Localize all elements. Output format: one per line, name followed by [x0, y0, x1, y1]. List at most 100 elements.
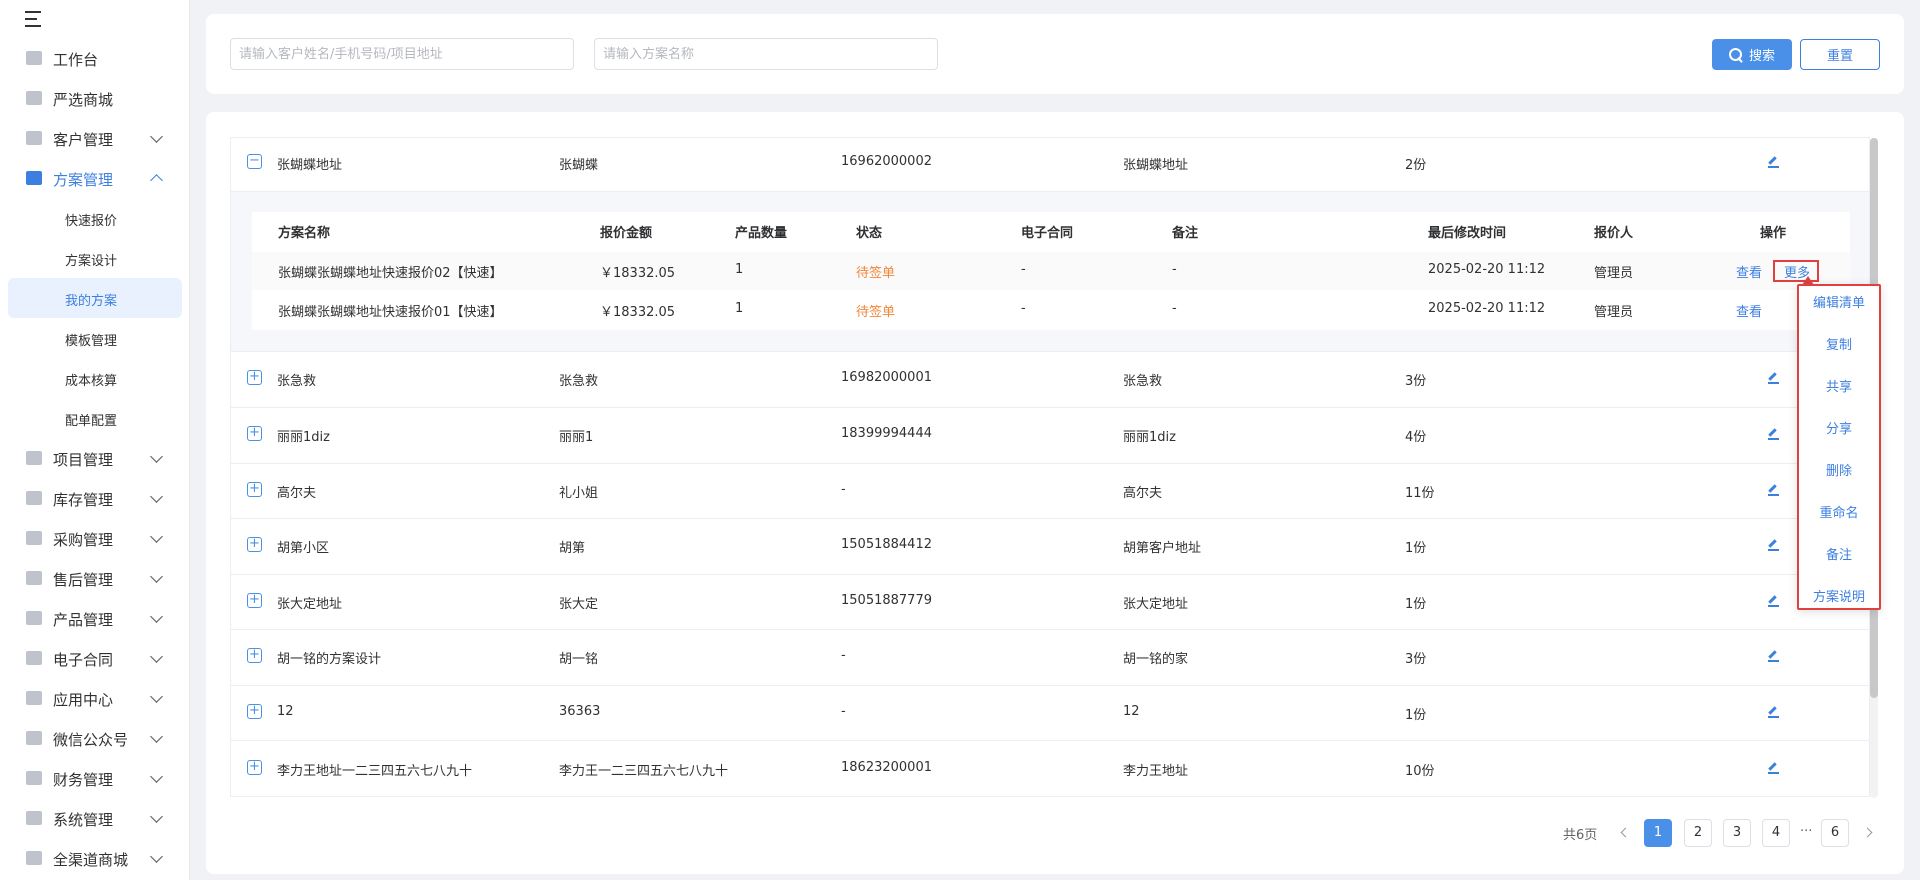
prev-page-icon[interactable]: [1618, 826, 1632, 840]
quoter-cell: 管理员: [1594, 305, 1634, 320]
expand-icon[interactable]: +: [247, 704, 262, 719]
page-button[interactable]: 2: [1684, 819, 1712, 847]
count-cell: 3份: [1405, 652, 1427, 667]
edit-icon[interactable]: [1768, 595, 1780, 607]
sidebar-subitem-label: 快速报价: [65, 214, 118, 229]
phone-cell: 15051884412: [841, 537, 932, 552]
menu-item-note[interactable]: 备注: [1799, 544, 1879, 563]
sidebar-item-wechat[interactable]: 微信公众号: [0, 718, 190, 758]
menu-toggle-icon[interactable]: [25, 10, 45, 28]
sidebar-item-workbench[interactable]: 工作台: [0, 38, 190, 78]
edit-icon[interactable]: [1768, 706, 1780, 718]
edit-icon[interactable]: [1768, 484, 1780, 496]
home-icon: [26, 51, 42, 65]
shop-icon: [26, 851, 42, 865]
sidebar-item-finance[interactable]: 财务管理: [0, 758, 190, 798]
sidebar-item-omnichannel[interactable]: 全渠道商城: [0, 838, 190, 878]
sidebar-item-mall[interactable]: 严选商城: [0, 78, 190, 118]
customer-search-input[interactable]: [230, 38, 574, 70]
table-row: + 胡一铭的方案设计 胡一铭 - 胡一铭的家 3份: [230, 630, 1870, 686]
edit-icon[interactable]: [1768, 428, 1780, 440]
edit-icon[interactable]: [1768, 762, 1780, 774]
sidebar-subitem-cost[interactable]: 成本核算: [8, 358, 182, 398]
edit-icon[interactable]: [1768, 372, 1780, 384]
sidebar: 工作台 严选商城 客户管理 方案管理 快速报价 方案设计 我的方案 模板管理 成…: [0, 0, 190, 880]
reset-button[interactable]: 重置: [1800, 39, 1880, 70]
search-icon: [1728, 47, 1743, 62]
expand-icon[interactable]: +: [247, 648, 262, 663]
page-button[interactable]: 6: [1821, 819, 1849, 847]
menu-item-delete[interactable]: 删除: [1799, 460, 1879, 479]
sidebar-item-purchase[interactable]: 采购管理: [0, 518, 190, 558]
sidebar-subitem-my-plans[interactable]: 我的方案: [8, 278, 182, 318]
search-button[interactable]: 搜索: [1712, 39, 1792, 70]
expand-icon[interactable]: +: [247, 370, 262, 385]
collapse-icon[interactable]: −: [247, 154, 262, 169]
phone-cell: 16982000001: [841, 370, 932, 385]
address-cell: 张大定地址: [1123, 597, 1189, 612]
chevron-down-icon: [150, 810, 163, 823]
menu-item-share[interactable]: 分享: [1799, 418, 1879, 437]
expand-icon[interactable]: +: [247, 426, 262, 441]
plan-subtable: 方案名称 报价金额 产品数量 状态 电子合同 备注 最后修改时间 报价人 操作 …: [252, 212, 1850, 330]
status-badge: 待签单: [856, 305, 896, 320]
expand-icon[interactable]: +: [247, 482, 262, 497]
sidebar-item-aftersales[interactable]: 售后管理: [0, 558, 190, 598]
sidebar-item-label: 采购管理: [53, 531, 114, 549]
sidebar-subitem-plan-design[interactable]: 方案设计: [8, 238, 182, 278]
edit-icon[interactable]: [1768, 539, 1780, 551]
header-action: 操作: [1760, 226, 1787, 241]
sidebar-subitem-quick-quote[interactable]: 快速报价: [8, 198, 182, 238]
table-row: + 胡第小区 胡第 15051884412 胡第客户地址 1份: [230, 519, 1870, 575]
menu-item-share-internal[interactable]: 共享: [1799, 376, 1879, 395]
page-button[interactable]: 4: [1762, 819, 1790, 847]
sidebar-item-projects[interactable]: 项目管理: [0, 438, 190, 478]
wechat-icon: [26, 731, 42, 745]
sidebar-subitem-label: 成本核算: [65, 374, 118, 389]
sidebar-item-apps[interactable]: 应用中心: [0, 678, 190, 718]
reset-button-label: 重置: [1826, 49, 1853, 64]
customer-cell: 36363: [559, 704, 601, 719]
header-note: 备注: [1172, 226, 1199, 241]
count-cell: 3份: [1405, 374, 1427, 389]
plan-name-cell: 张蝴蝶张蝴蝶地址快速报价01【快速】: [278, 305, 503, 320]
sidebar-item-inventory[interactable]: 库存管理: [0, 478, 190, 518]
sidebar-item-contracts[interactable]: 电子合同: [0, 638, 190, 678]
wallet-icon: [26, 771, 42, 785]
sidebar-item-customers[interactable]: 客户管理: [0, 118, 190, 158]
page-button[interactable]: 3: [1723, 819, 1751, 847]
expand-icon[interactable]: +: [247, 760, 262, 775]
menu-item-rename[interactable]: 重命名: [1799, 502, 1879, 521]
page-button[interactable]: 1: [1644, 819, 1672, 847]
modified-cell: 2025-02-20 11:12: [1428, 262, 1546, 277]
headset-icon: [26, 571, 42, 585]
amount-cell: ￥18332.05: [600, 305, 676, 320]
expand-icon[interactable]: +: [247, 593, 262, 608]
quantity-cell: 1: [735, 301, 744, 316]
next-page-icon[interactable]: [1862, 826, 1876, 840]
view-link[interactable]: 查看: [1736, 301, 1762, 320]
count-cell: 4份: [1405, 430, 1427, 445]
menu-item-plan-description[interactable]: 方案说明: [1799, 586, 1879, 605]
sidebar-subitem-config[interactable]: 配单配置: [8, 398, 182, 438]
edit-icon[interactable]: [1768, 156, 1780, 168]
project-cell: 张蝴蝶地址: [277, 158, 343, 173]
header-quantity: 产品数量: [735, 226, 788, 241]
expand-icon[interactable]: +: [247, 537, 262, 552]
edit-icon[interactable]: [1768, 650, 1780, 662]
address-cell: 胡第客户地址: [1123, 541, 1202, 556]
plan-row: 张蝴蝶张蝴蝶地址快速报价02【快速】 ￥18332.05 1 待签单 - - 2…: [252, 252, 1850, 290]
sidebar-item-products[interactable]: 产品管理: [0, 598, 190, 638]
more-menu: 编辑清单 复制 共享 分享 删除 重命名 备注 方案说明: [1797, 284, 1881, 610]
sidebar-subitem-label: 我的方案: [65, 294, 118, 309]
view-link[interactable]: 查看: [1736, 262, 1762, 281]
sidebar-subitem-templates[interactable]: 模板管理: [8, 318, 182, 358]
menu-item-copy[interactable]: 复制: [1799, 334, 1879, 353]
sidebar-item-system[interactable]: 系统管理: [0, 798, 190, 838]
count-cell: 1份: [1405, 708, 1427, 723]
menu-item-edit-list[interactable]: 编辑清单: [1799, 292, 1879, 311]
sidebar-item-plans[interactable]: 方案管理: [0, 158, 190, 198]
pagination-total: 共6页: [1563, 828, 1598, 843]
document-icon: [26, 171, 42, 185]
plan-name-input[interactable]: [594, 38, 938, 70]
